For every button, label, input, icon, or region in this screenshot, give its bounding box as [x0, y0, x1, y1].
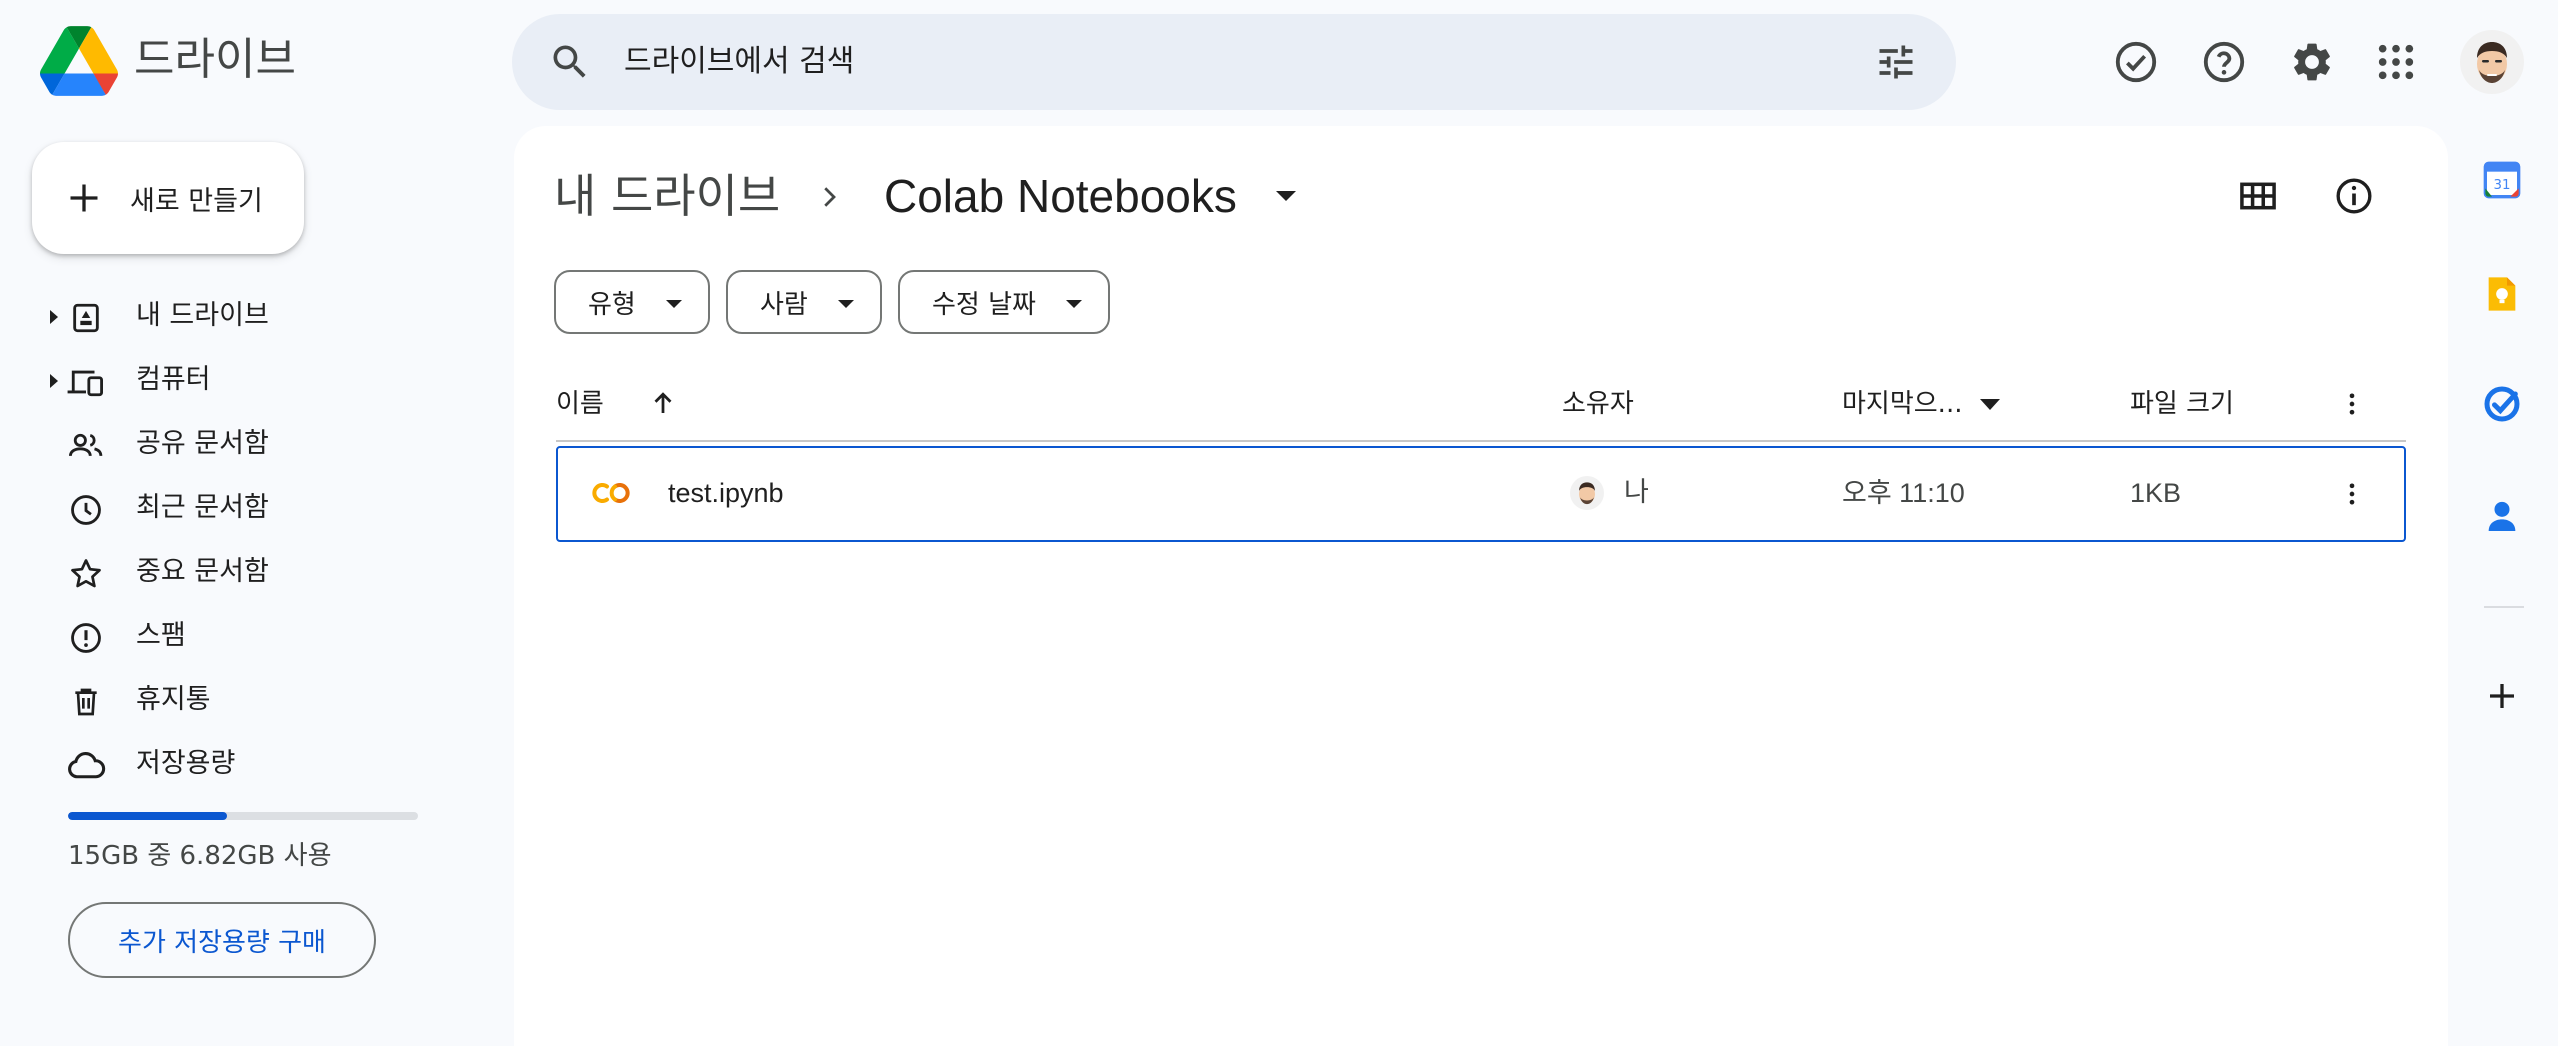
sidebar-item-spam[interactable]: 스팸 — [0, 604, 470, 668]
computer-icon — [66, 362, 106, 402]
column-header-file-size[interactable]: 파일 크기 — [2130, 386, 2234, 422]
more-vert-icon[interactable] — [2338, 386, 2366, 422]
column-header-name[interactable]: 이름 — [556, 386, 604, 422]
sidebar-item-shared[interactable]: 공유 문서함 — [0, 412, 470, 476]
sidebar-item-label: 중요 문서함 — [136, 556, 269, 587]
filter-chip-type[interactable]: 유형 — [554, 270, 710, 334]
main-panel — [514, 126, 2448, 1046]
drive-logo[interactable] — [40, 26, 120, 96]
column-header-last-modified[interactable]: 마지막으... — [1842, 386, 1962, 422]
column-header-owner[interactable]: 소유자 — [1562, 386, 1634, 422]
storage-usage-text: 15GB 중 6.82GB 사용 — [68, 841, 332, 871]
dropdown-arrow-icon — [1066, 300, 1082, 308]
sidebar-item-label: 휴지통 — [136, 684, 211, 715]
search-icon[interactable] — [548, 40, 592, 84]
account-avatar[interactable] — [2460, 30, 2524, 94]
search-options-icon[interactable] — [1874, 40, 1918, 84]
get-addons-plus-icon[interactable] — [2470, 664, 2534, 728]
chevron-right-icon — [814, 180, 844, 214]
storage-usage-fill — [68, 812, 228, 820]
sidebar-item-label: 저장용량 — [136, 748, 236, 779]
sort-ascending-arrow-icon[interactable] — [648, 386, 678, 420]
buy-storage-button[interactable]: 추가 저장용량 구매 — [68, 902, 376, 978]
sidebar-item-label: 공유 문서함 — [136, 428, 269, 459]
search-input[interactable]: 드라이브에서 검색 — [624, 42, 854, 82]
file-owner: 나 — [1624, 477, 1649, 508]
filter-chip-people[interactable]: 사람 — [726, 270, 882, 334]
keep-app-icon[interactable] — [2470, 262, 2534, 326]
spam-icon — [66, 618, 106, 658]
expand-caret-icon[interactable] — [50, 374, 58, 388]
filter-chip-label: 수정 날짜 — [932, 289, 1036, 320]
shared-with-me-icon — [66, 426, 106, 466]
settings-gear-icon[interactable] — [2282, 32, 2342, 92]
trash-icon — [66, 682, 106, 722]
file-modified-time: 오후 11:10 — [1842, 478, 1965, 508]
calendar-app-icon[interactable]: 31 — [2470, 148, 2534, 212]
breadcrumb-root[interactable]: 내 드라이브 — [554, 166, 780, 226]
svg-text:31: 31 — [2494, 178, 2511, 193]
search-bar[interactable]: 드라이브에서 검색 — [512, 14, 1956, 110]
file-name[interactable]: test.ipynb — [668, 474, 784, 512]
clock-icon — [66, 490, 106, 530]
apps-grid-icon[interactable] — [2366, 32, 2426, 92]
sidebar-item-label: 최근 문서함 — [136, 492, 269, 523]
column-dropdown-icon[interactable] — [1980, 399, 2000, 410]
filter-chip-modified[interactable]: 수정 날짜 — [898, 270, 1110, 334]
sidebar-item-label: 내 드라이브 — [136, 300, 269, 331]
tasks-app-icon[interactable] — [2470, 372, 2534, 436]
file-size: 1KB — [2130, 478, 2182, 508]
sidebar-item-computers[interactable]: 컴퓨터 — [0, 348, 470, 412]
details-info-icon[interactable] — [2324, 166, 2384, 226]
row-more-actions-icon[interactable] — [2338, 476, 2366, 512]
help-icon[interactable] — [2194, 32, 2254, 92]
sidebar-item-my-drive[interactable]: 내 드라이브 — [0, 284, 470, 348]
dropdown-arrow-icon — [666, 300, 682, 308]
dropdown-arrow-icon — [838, 300, 854, 308]
filter-chip-label: 사람 — [760, 289, 808, 320]
expand-caret-icon[interactable] — [50, 310, 58, 324]
star-icon — [66, 554, 106, 594]
new-button[interactable]: 새로 만들기 — [32, 142, 304, 254]
sidebar-item-label: 스팸 — [136, 620, 186, 651]
sidebar-item-starred[interactable]: 중요 문서함 — [0, 540, 470, 604]
table-row[interactable] — [556, 446, 2406, 542]
app-brand[interactable]: 드라이브 — [134, 30, 296, 90]
plus-icon — [66, 180, 102, 216]
table-header-divider — [556, 440, 2406, 442]
ready-offline-icon[interactable] — [2106, 32, 2166, 92]
owner-avatar — [1570, 476, 1604, 510]
storage-usage-bar — [68, 812, 418, 820]
sidebar-item-trash[interactable]: 휴지통 — [0, 668, 470, 732]
cloud-icon — [66, 746, 106, 786]
rail-divider — [2484, 606, 2524, 608]
contacts-app-icon[interactable] — [2470, 484, 2534, 548]
folder-menu-dropdown-icon[interactable] — [1276, 191, 1296, 201]
sidebar-item-label: 컴퓨터 — [136, 364, 211, 395]
colab-icon — [592, 478, 630, 508]
new-button-label: 새로 만들기 — [130, 185, 263, 217]
sidebar-item-recent[interactable]: 최근 문서함 — [0, 476, 470, 540]
breadcrumb-current-folder[interactable]: Colab Notebooks — [884, 166, 1237, 226]
filter-chip-label: 유형 — [588, 289, 636, 320]
my-drive-icon — [66, 298, 106, 338]
grid-view-icon[interactable] — [2228, 166, 2288, 226]
sidebar-item-storage[interactable]: 저장용량 — [0, 732, 470, 796]
